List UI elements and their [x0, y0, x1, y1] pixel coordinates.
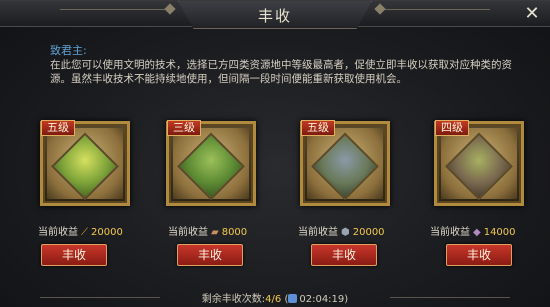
card-background [307, 128, 383, 200]
remaining-label: 剩余丰收次数: [201, 294, 266, 305]
card-background [47, 128, 123, 200]
harvest-dialog: 丰收 ✕ 致君主: 在此您可以使用文明的技术，选择已方四类资源地中等级最高者，促… [0, 0, 550, 307]
income-row: 当前收益 ⬢ 20000 [298, 223, 385, 238]
farmland-tile-icon [51, 131, 119, 200]
footer-divider-left [40, 297, 160, 298]
income-value: 8000 [221, 227, 248, 238]
header-ornament-right [380, 9, 490, 19]
tier-badge: 三级 [167, 120, 201, 136]
income-row: 当前收益 ⟋ 20000 [38, 223, 123, 238]
resource-card-wood[interactable]: 三级 [166, 120, 256, 206]
income-label: 当前收益 [38, 227, 78, 238]
income-label: 当前收益 [298, 227, 338, 238]
header-ornament-left [60, 9, 170, 19]
resource-card-stone[interactable]: 五级 [300, 120, 390, 206]
quarry-tile-icon [311, 131, 379, 200]
card-background [441, 128, 517, 200]
tier-badge: 五级 [301, 120, 335, 136]
income-value: 20000 [91, 227, 123, 238]
forest-tile-icon [177, 131, 245, 200]
card-background [173, 128, 249, 200]
tier-badge: 四级 [435, 120, 469, 136]
harvest-button-1[interactable]: 丰收 [41, 244, 107, 266]
resource-card-iron[interactable]: 四级 [434, 120, 524, 206]
close-icon[interactable]: ✕ [520, 3, 544, 25]
wood-icon: ▰ [211, 227, 219, 238]
dialog-title: 丰收 [257, 7, 292, 25]
stone-icon: ⬢ [341, 227, 350, 238]
income-row: 当前收益 ◆ 14000 [430, 223, 516, 238]
mine-tile-icon [445, 131, 513, 200]
harvest-count-footer: 剩余丰收次数:4/6 (02:04:19) [170, 290, 380, 306]
resource-card-food[interactable]: 五级 [40, 120, 130, 206]
timer-close: ) [344, 294, 349, 305]
income-label: 当前收益 [430, 227, 470, 238]
harvest-button-2[interactable]: 丰收 [177, 244, 243, 266]
income-label: 当前收益 [168, 227, 208, 238]
description-text: 在此您可以使用文明的技术，选择已方四类资源地中等级最高者，促使立即丰收以获取对应… [50, 59, 512, 85]
clock-icon [288, 294, 298, 303]
tier-badge: 五级 [41, 120, 75, 136]
greeting-text: 致君主: [50, 44, 87, 57]
footer-divider-right [390, 297, 510, 298]
income-value: 20000 [352, 227, 385, 238]
income-value: 14000 [483, 227, 516, 238]
iron-icon: ◆ [473, 227, 481, 238]
harvest-button-3[interactable]: 丰收 [311, 244, 377, 266]
harvest-button-4[interactable]: 丰收 [446, 244, 512, 266]
income-row: 当前收益 ▰ 8000 [168, 223, 247, 238]
remaining-count: 4/6 [265, 294, 282, 305]
food-icon: ⟋ [81, 227, 88, 238]
cooldown-timer: 02:04:19 [299, 294, 345, 305]
